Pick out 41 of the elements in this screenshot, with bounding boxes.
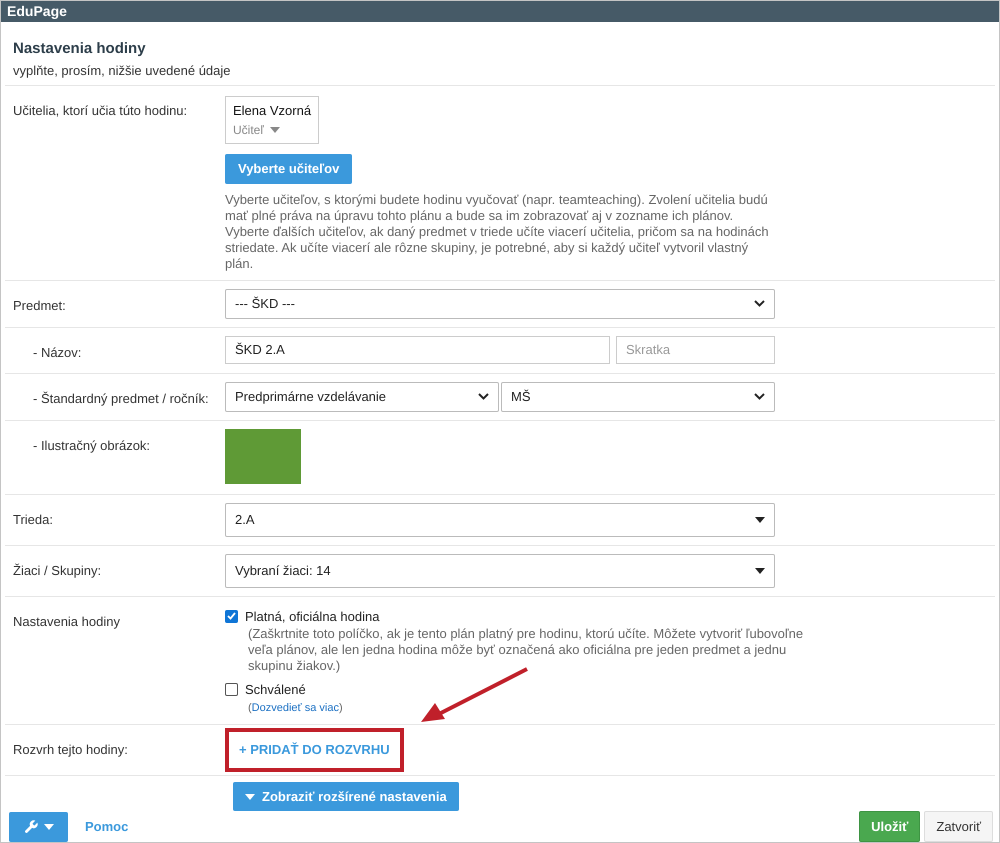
caret-icon bbox=[245, 794, 255, 800]
field-label: - Ilustračný obrázok: bbox=[32, 438, 150, 452]
subject-select[interactable]: --- ŠKD --- bbox=[225, 288, 775, 318]
field-label: Trieda: bbox=[13, 512, 53, 526]
checkbox[interactable] bbox=[225, 683, 238, 696]
caret-icon bbox=[755, 568, 765, 574]
checkbox-label: Schválené bbox=[245, 681, 306, 699]
checkbox-note: (Zaškrtnite toto políčko, ak je tento plán platný pre hodinu, ktorú učíte. Môžete vytvoriť ľubovoľne veľa plánov, ale len jedna hodina môže byť označená ako oficiálna pre jeden predmet a jednu skupinu žiakov.) bbox=[247, 626, 804, 674]
learn-more-text: (Dozvedieť sa viac) bbox=[247, 700, 344, 716]
field-label: - Názov: bbox=[32, 344, 82, 360]
class-select[interactable]: 2.A bbox=[225, 502, 775, 536]
grade-select[interactable]: MŠ bbox=[501, 382, 775, 412]
checkbox-label: Platná, oficiálna hodina bbox=[245, 608, 380, 626]
teacher-card[interactable]: Elena Vzorná Učiteľ bbox=[225, 96, 320, 144]
role-dropdown[interactable]: Učiteľ bbox=[233, 120, 312, 138]
abbreviation-input[interactable]: Skratka bbox=[616, 336, 775, 364]
tools-button[interactable] bbox=[9, 812, 68, 842]
caret-icon bbox=[270, 126, 280, 132]
close-button[interactable]: Zatvoriť bbox=[924, 811, 993, 842]
window-title: EduPage bbox=[1, 1, 999, 22]
learn-more-link[interactable]: Dozvedieť sa viac bbox=[252, 702, 339, 714]
field-label: Učitelia, ktorí učia túto hodinu: bbox=[13, 103, 188, 118]
field-label: - Štandardný predmet / ročník: bbox=[32, 390, 209, 406]
dialog-subtitle: vyplňte, prosím, nižšie uvedené údaje bbox=[13, 62, 232, 80]
caret-icon bbox=[44, 824, 54, 830]
chevron-icon bbox=[754, 393, 765, 400]
chevron-icon bbox=[754, 300, 765, 307]
chevron-icon bbox=[478, 393, 489, 400]
caret-icon bbox=[755, 516, 765, 522]
standard-subject-select[interactable]: Predprimárne vzdelávanie bbox=[225, 382, 499, 412]
field-label: Žiaci / Skupiny: bbox=[13, 562, 102, 578]
teacher-name: Elena Vzorná bbox=[233, 102, 312, 120]
field-label: Rozvrh tejto hodiny: bbox=[13, 742, 128, 757]
help-text: Vyberte učiteľov, s ktorými budete hodinu vyučovať (napr. teamteaching). Zvolení učitelia budú mať plné práva na úpravu tohto plánu a bude sa im zobrazovať aj v zozname ich plánov. Vyberte ďalších učiteľov, ak daný predmet v triede učíte viacerí učitelia, pričom sa na hodinách striedate. Ak učíte viacerí ale rôzne skupiny, je potrebné, aby si každý učiteľ vytvoril vlastný plán. bbox=[225, 192, 770, 272]
name-input[interactable]: ŠKD 2.A bbox=[225, 336, 610, 364]
dialog-title: Nastavenia hodiny bbox=[13, 39, 147, 59]
field-label: Predmet: bbox=[13, 298, 66, 312]
checkbox[interactable] bbox=[225, 610, 238, 623]
field-label: Nastavenia hodiny bbox=[13, 614, 120, 628]
students-select[interactable]: Vybraní žiaci: 14 bbox=[225, 554, 775, 588]
wrench-icon bbox=[23, 818, 39, 834]
